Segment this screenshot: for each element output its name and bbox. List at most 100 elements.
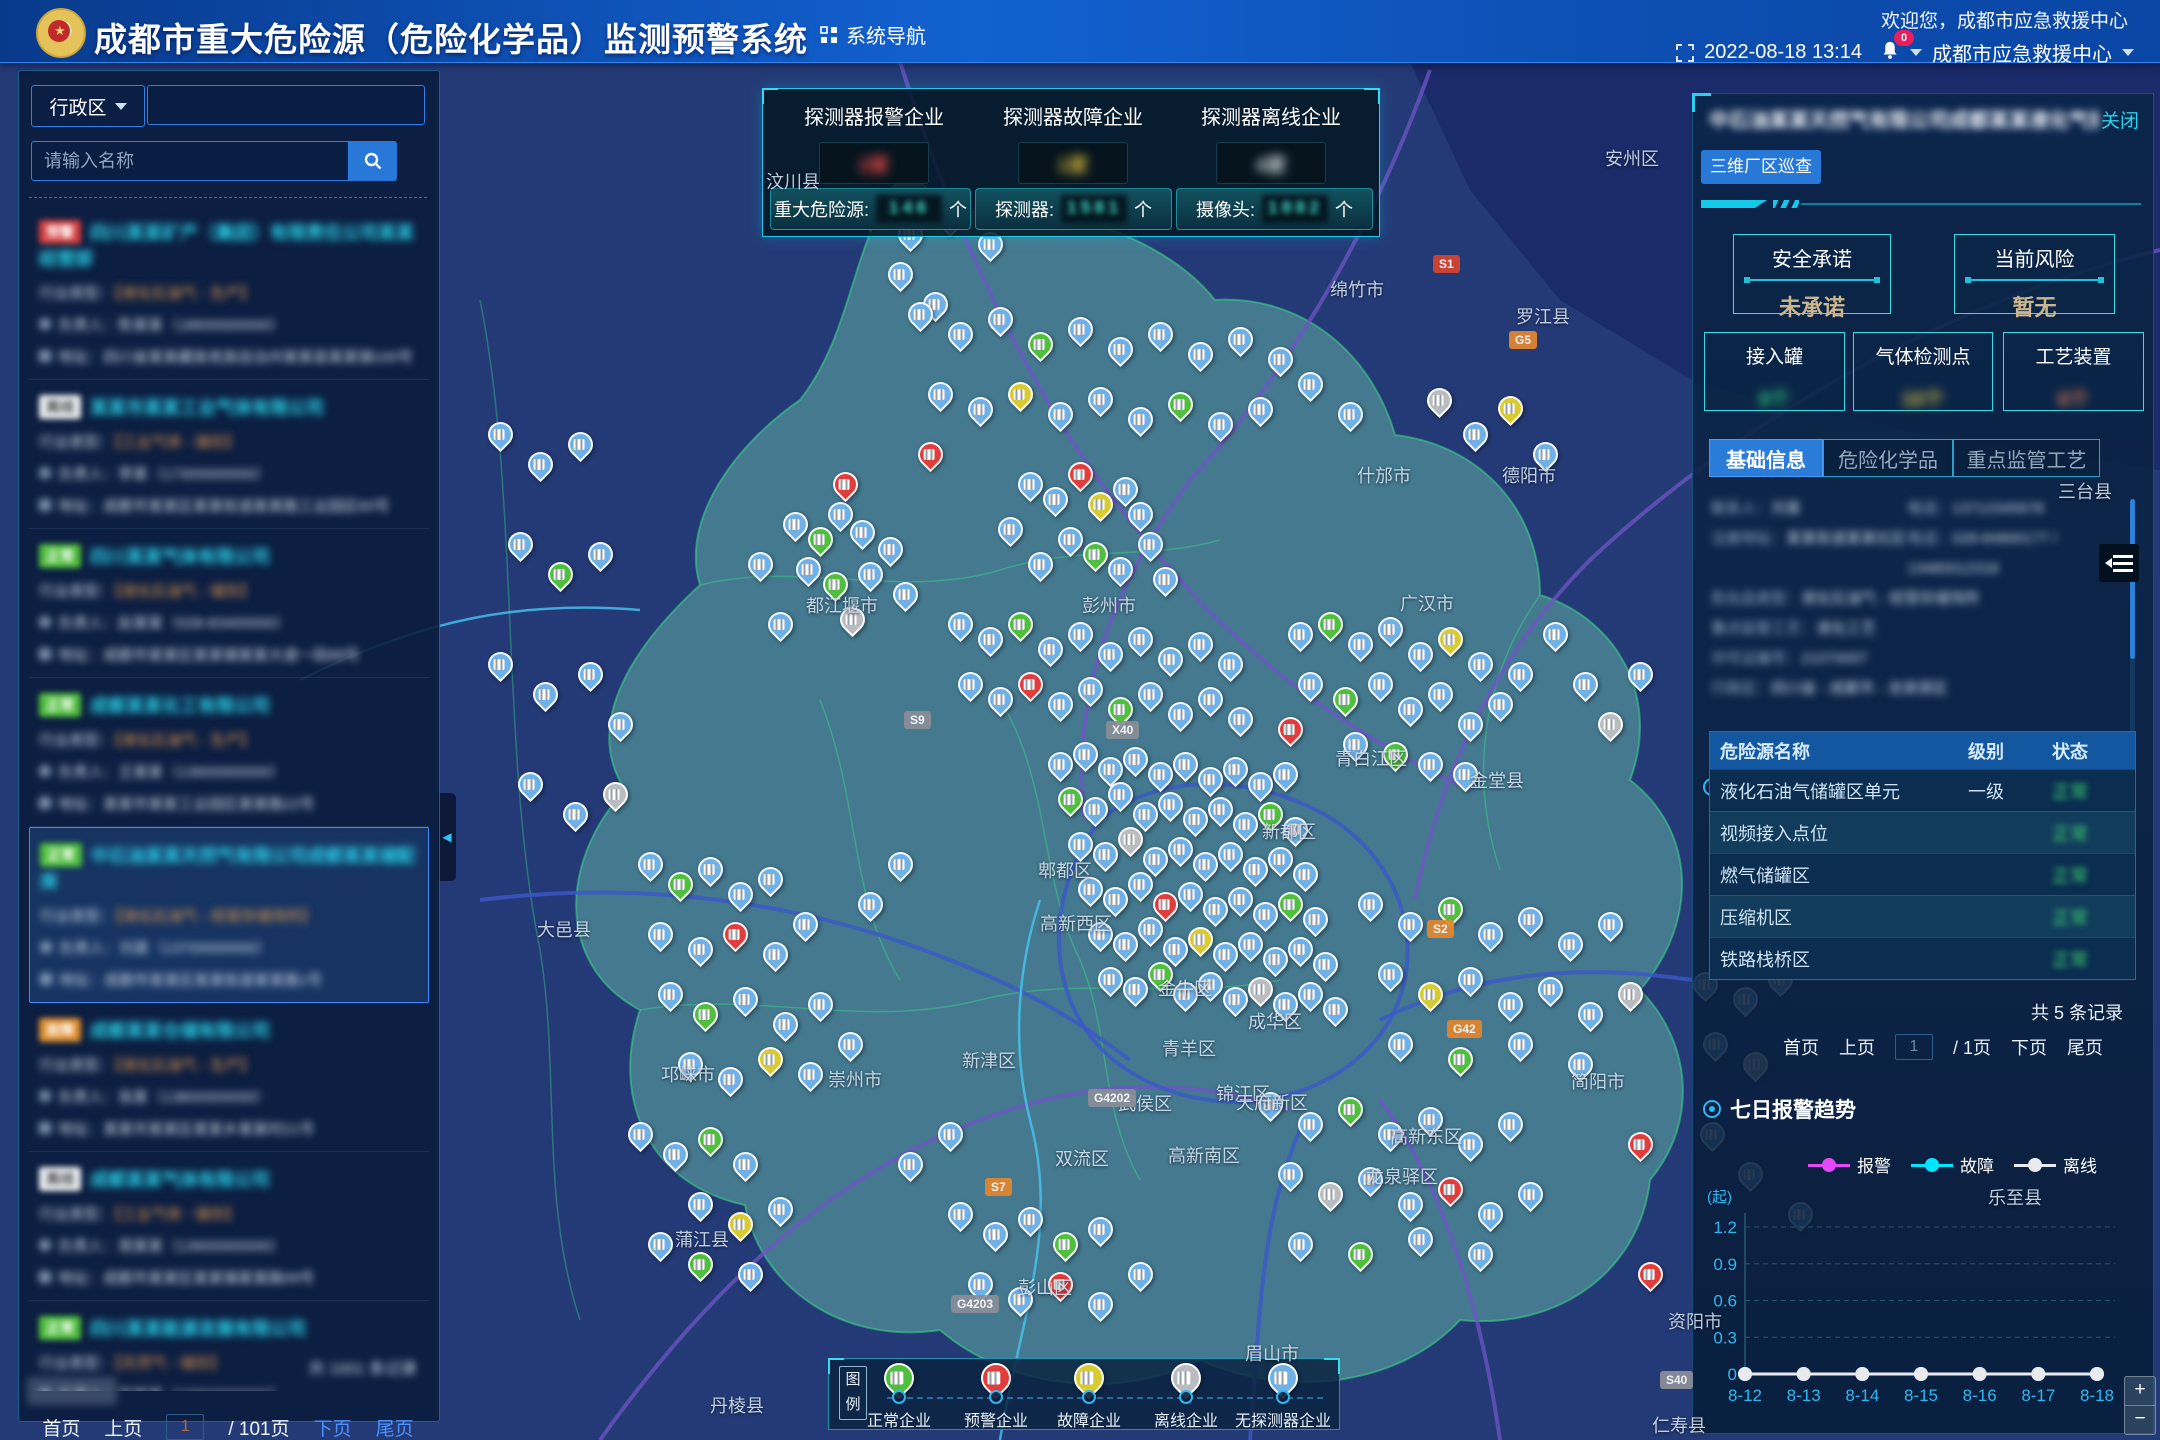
map-pin-no-detector[interactable] <box>833 1027 868 1062</box>
map-pin-alarm[interactable] <box>1433 1172 1468 1207</box>
map-pin-normal[interactable] <box>1003 607 1038 642</box>
map-pin-fault[interactable] <box>753 1042 788 1077</box>
map-pin-no-detector[interactable] <box>1373 957 1408 992</box>
map-pin-offline[interactable] <box>835 602 870 637</box>
map-pin-no-detector[interactable] <box>1483 687 1518 722</box>
map-pin-no-detector[interactable] <box>923 377 958 412</box>
company-list-item[interactable]: 正常中石油某某天然气有限公司成都某某储配库行业类型：【液化石油气 - 经营存储场… <box>29 827 429 1003</box>
map-pin-no-detector[interactable] <box>523 447 558 482</box>
map-pin-no-detector[interactable] <box>1298 902 1333 937</box>
map-pin-no-detector[interactable] <box>633 847 668 882</box>
map-pin-no-detector[interactable] <box>1273 1157 1308 1192</box>
map-pin-normal[interactable] <box>663 867 698 902</box>
map-pin-no-detector[interactable] <box>943 1197 978 1232</box>
map-pin-no-detector[interactable] <box>1183 337 1218 372</box>
search-input[interactable]: 请输入名称 <box>31 141 349 181</box>
map-pin-no-detector[interactable] <box>1183 627 1218 662</box>
map-pin-no-detector[interactable] <box>1538 617 1573 652</box>
map-pin-no-detector[interactable] <box>653 977 688 1012</box>
notification-bell-button[interactable]: 0 <box>1880 40 1900 66</box>
map-pin-no-detector[interactable] <box>1353 887 1388 922</box>
chart-legend-item[interactable]: 离线 <box>2014 1152 2097 1177</box>
map-pin-no-detector[interactable] <box>1473 917 1508 952</box>
hazard-table-row[interactable]: 视频接入点位正常 <box>1710 811 2135 853</box>
map-pin-no-detector[interactable] <box>978 1217 1013 1252</box>
tab-basic-info[interactable]: 基础信息 <box>1709 439 1823 477</box>
map-pin-no-detector[interactable] <box>1083 382 1118 417</box>
map-pin-no-detector[interactable] <box>1123 622 1158 657</box>
map-pin-no-detector[interactable] <box>1593 907 1628 942</box>
map-pin-no-detector[interactable] <box>1123 402 1158 437</box>
map-pin-no-detector[interactable] <box>1003 1282 1038 1317</box>
map-pin-no-detector[interactable] <box>983 682 1018 717</box>
map-pin-no-detector[interactable] <box>768 1007 803 1042</box>
map-pin-no-detector[interactable] <box>1253 1087 1288 1122</box>
map-pin-no-detector[interactable] <box>733 1257 768 1292</box>
map-pin-no-detector[interactable] <box>793 1057 828 1092</box>
map-pin-no-detector[interactable] <box>853 557 888 592</box>
map-pin-no-detector[interactable] <box>1373 1117 1408 1152</box>
map-pin-no-detector[interactable] <box>483 647 518 682</box>
tab-hazard-chemicals[interactable]: 危险化学品 <box>1823 439 1953 477</box>
map-pin-no-detector[interactable] <box>1033 632 1068 667</box>
map-pin-normal[interactable] <box>683 1247 718 1282</box>
map-pin-no-detector[interactable] <box>1553 927 1588 962</box>
page-first-button[interactable]: 首页 <box>1783 1034 1819 1060</box>
map-pin-no-detector[interactable] <box>1413 1102 1448 1137</box>
map-pin-normal[interactable] <box>543 557 578 592</box>
map-pin-no-detector[interactable] <box>1133 677 1168 712</box>
map-pin-no-detector[interactable] <box>1403 1222 1438 1257</box>
map-pin-no-detector[interactable] <box>1103 332 1138 367</box>
map-pin-no-detector[interactable] <box>1083 1287 1118 1322</box>
map-pin-no-detector[interactable] <box>558 797 593 832</box>
map-pin-no-detector[interactable] <box>713 1062 748 1097</box>
map-pin-no-detector[interactable] <box>1308 947 1343 982</box>
map-pin-no-detector[interactable] <box>1203 407 1238 442</box>
map-pin-no-detector[interactable] <box>873 532 908 567</box>
page-number-input[interactable]: 1 <box>166 1414 204 1440</box>
tab-key-processes[interactable]: 重点监管工艺 <box>1953 439 2100 477</box>
factory-3d-tour-button[interactable]: 三维厂区巡查 <box>1701 150 1821 184</box>
map-pin-no-detector[interactable] <box>1493 987 1528 1022</box>
panel-expand-icon[interactable] <box>2099 544 2139 582</box>
map-pin-no-detector[interactable] <box>1283 1227 1318 1262</box>
map-pin-normal[interactable] <box>1378 737 1413 772</box>
map-pin-no-detector[interactable] <box>1223 322 1258 357</box>
map-pin-no-detector[interactable] <box>583 537 618 572</box>
map-pin-no-detector[interactable] <box>758 937 793 972</box>
map-pin-alarm[interactable] <box>1623 1127 1658 1162</box>
map-pin-no-detector[interactable] <box>883 847 918 882</box>
map-pin-no-detector[interactable] <box>1153 642 1188 677</box>
page-last-button[interactable]: 尾页 <box>376 1414 414 1440</box>
map-pin-no-detector[interactable] <box>953 667 988 702</box>
map-pin-no-detector[interactable] <box>728 1147 763 1182</box>
map-pin-no-detector[interactable] <box>1083 1212 1118 1247</box>
map-pin-no-detector[interactable] <box>883 257 918 292</box>
map-pin-no-detector[interactable] <box>963 1267 998 1302</box>
map-pin-no-detector[interactable] <box>1533 972 1568 1007</box>
hazard-table-row[interactable]: 燃气储罐区正常 <box>1710 853 2135 895</box>
search-button[interactable] <box>349 141 397 181</box>
map-pin-fault[interactable] <box>1003 377 1038 412</box>
close-button[interactable]: 关闭 <box>2101 106 2139 133</box>
region-select[interactable]: 行政区 <box>31 85 145 127</box>
map-pin-no-detector[interactable] <box>943 317 978 352</box>
map-pin-no-detector[interactable] <box>963 392 998 427</box>
map-pin-no-detector[interactable] <box>528 677 563 712</box>
map-pin-alarm[interactable] <box>1633 1257 1668 1292</box>
company-list-item[interactable]: 故障成都某某仓储有限公司行业类型：【液化石油气 - 生产】负责人：张某（1380… <box>29 1003 429 1152</box>
page-first-button[interactable]: 首页 <box>42 1414 80 1440</box>
map-pin-normal[interactable] <box>693 1122 728 1157</box>
system-nav-button[interactable]: 系统导航 <box>820 20 926 49</box>
map-pin-no-detector[interactable] <box>1453 962 1488 997</box>
map-pin-fault[interactable] <box>723 1207 758 1242</box>
map-pin-offline[interactable] <box>1313 1177 1348 1212</box>
map-pin-no-detector[interactable] <box>673 1047 708 1082</box>
map-pin-no-detector[interactable] <box>1103 552 1138 587</box>
map-pin-no-detector[interactable] <box>1513 1177 1548 1212</box>
map-pin-offline[interactable] <box>1422 383 1457 418</box>
map-pin-normal[interactable] <box>818 567 853 602</box>
map-pin-normal[interactable] <box>1023 327 1058 362</box>
map-pin-no-detector[interactable] <box>683 932 718 967</box>
map-pin-no-detector[interactable] <box>1193 682 1228 717</box>
